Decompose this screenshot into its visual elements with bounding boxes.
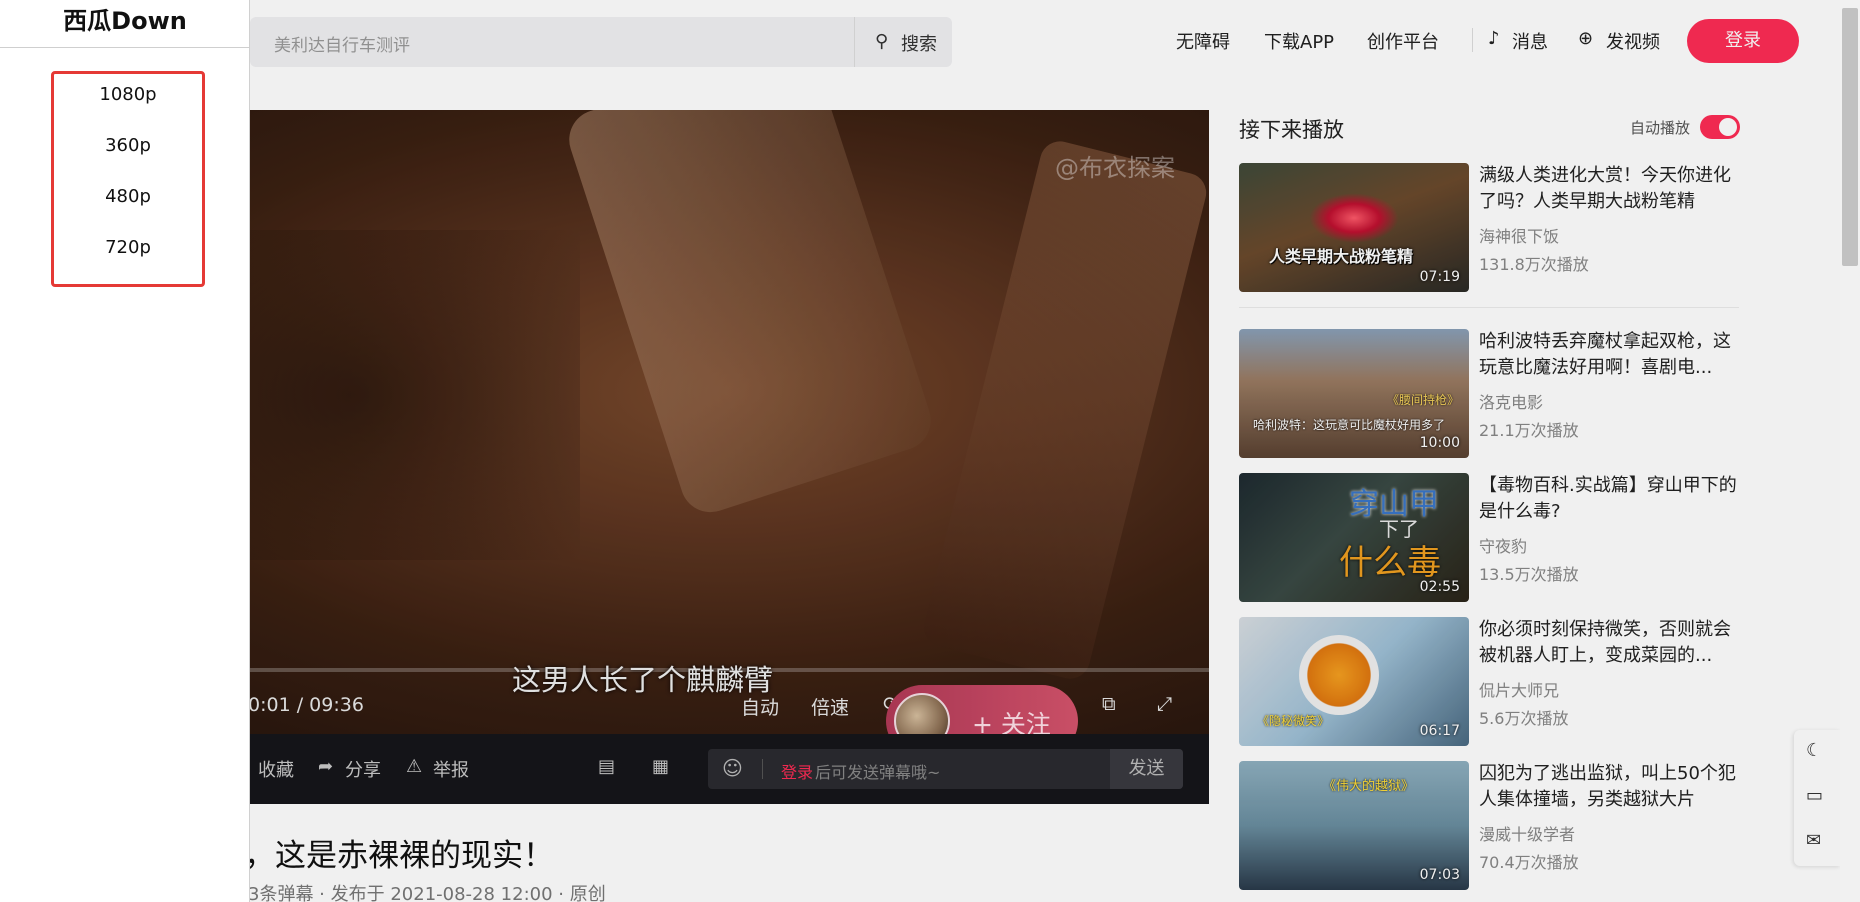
resolution-option-480p[interactable]: 480p (54, 186, 202, 207)
extension-panel: 西瓜Down 1080p 360p 480p 720p (0, 0, 250, 902)
page: 美利达自行车测评 ⚲ 搜索 无障碍 下载APP 创作平台 ♪ 消息 ⊕ 发视频 … (0, 0, 1860, 902)
page-dim-overlay (250, 0, 1840, 902)
scrollbar-thumb[interactable] (1842, 8, 1858, 266)
resolution-option-1080p[interactable]: 1080p (54, 84, 202, 105)
scrollbar[interactable] (1840, 0, 1860, 902)
resolution-option-360p[interactable]: 360p (54, 135, 202, 156)
resolution-option-720p[interactable]: 720p (54, 237, 202, 258)
resolution-options-box: 1080p 360p 480p 720p (51, 71, 205, 287)
extension-title: 西瓜Down (0, 0, 250, 48)
